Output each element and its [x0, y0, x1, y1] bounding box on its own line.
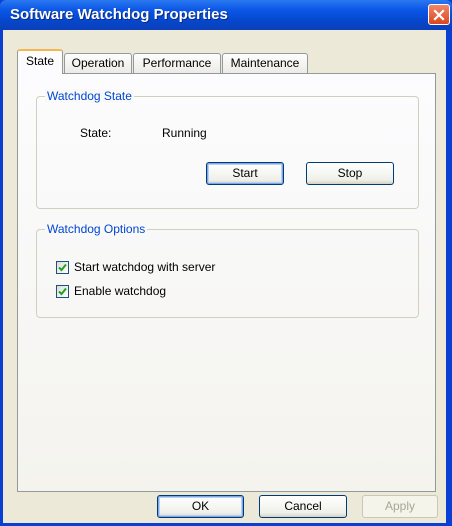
- start-button[interactable]: Start: [206, 162, 284, 185]
- checkmark-icon: [58, 287, 67, 295]
- cancel-button[interactable]: Cancel: [259, 495, 347, 518]
- start-with-server-label: Start watchdog with server: [74, 260, 216, 274]
- start-with-server-checkbox-row[interactable]: Start watchdog with server: [56, 260, 215, 274]
- close-button[interactable]: [428, 4, 450, 25]
- watchdog-state-group: Watchdog State State: Running Start Stop: [36, 89, 419, 209]
- window-title: Software Watchdog Properties: [10, 6, 228, 23]
- ok-button[interactable]: OK: [157, 495, 244, 518]
- title-bar[interactable]: Software Watchdog Properties: [0, 0, 452, 30]
- dialog-client-area: State Operation Performance Maintenance …: [3, 30, 446, 523]
- enable-watchdog-label: Enable watchdog: [74, 284, 167, 298]
- state-value: Running: [162, 126, 207, 140]
- state-label: State:: [80, 126, 112, 140]
- tab-operation[interactable]: Operation: [64, 53, 132, 73]
- enable-watchdog-checkbox-row[interactable]: Enable watchdog: [56, 284, 166, 298]
- checkmark-icon: [58, 263, 67, 271]
- tab-maintenance[interactable]: Maintenance: [222, 53, 308, 73]
- watchdog-state-group-title: Watchdog State: [45, 89, 134, 103]
- properties-window: Software Watchdog Properties State Opera…: [0, 0, 452, 526]
- tab-performance[interactable]: Performance: [133, 53, 221, 73]
- enable-watchdog-checkbox[interactable]: [56, 284, 69, 298]
- tab-state[interactable]: State: [17, 49, 63, 74]
- watchdog-options-group-title: Watchdog Options: [45, 222, 148, 236]
- apply-button: Apply: [362, 495, 438, 518]
- stop-button[interactable]: Stop: [306, 162, 394, 185]
- start-with-server-checkbox[interactable]: [56, 260, 69, 274]
- watchdog-options-group: Watchdog Options Start watchdog with ser…: [36, 222, 419, 318]
- tab-panel-state: Watchdog State State: Running Start Stop…: [17, 73, 436, 492]
- close-icon: [433, 8, 445, 21]
